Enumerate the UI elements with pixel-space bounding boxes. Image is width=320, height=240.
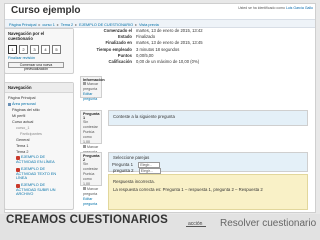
question-nav-button[interactable]: 2 [19,45,28,54]
section-underline [186,226,206,227]
question-nav-button[interactable]: 1 [8,45,17,54]
slide-frame: Curso ejemplo Usted se ha identificado c… [0,0,320,240]
question-1-text: Conteste a la siguiente pregunta [113,114,175,119]
flag-question-link[interactable]: Marcar pregunta [83,82,99,92]
match-select-2[interactable]: Elegir... [138,167,161,174]
breadcrumb-item-quiz[interactable]: EJEMPLO DE CUESTIONARIO [79,23,133,27]
finish-review-link[interactable]: Finalizar revisión [5,55,73,61]
flag-icon [83,187,86,190]
question-2-points: Puntúa como 1,00 [83,172,95,186]
feedback-correct-answer: La respuesta correcta es: Pregunta 1 – r… [113,187,263,192]
edit-question-link[interactable]: Editar pregunta [83,92,99,102]
breadcrumb-item-topic[interactable]: Tema 2 [61,23,73,27]
question-2-status: Sin contestar [83,162,98,171]
question-number-list: 1 2 3 4 5 [5,43,73,55]
question-1-points: Puntúa como 1,00 [83,130,95,144]
navigation-title: Navegación [5,83,73,93]
question-2-label: Pregunta 2 [83,154,100,162]
match-row-2: pregunta 2 Elegir... [113,167,161,175]
question-1-content: Conteste a la siguiente pregunta [108,110,308,126]
nav-item-activity-text[interactable]: EJEMPLO DE ACTIVIDAD TEXTO EN LÍNEA [8,167,60,181]
breadcrumb: Página Principal ▸ curso 1 ▸ Tema 2 ▸ EJEMPLO … [5,19,315,28]
slide-brand-title: CREAMOS CUESTIONARIOS [6,214,169,226]
question-2-info: Pregunta 2 Sin contestar Puntúa como 1,0… [80,152,102,206]
quiz-navigation-title: Navegación por el cuestionario [5,29,73,43]
breadcrumb-item-course[interactable]: curso 1 [42,23,54,27]
header-bar: Curso ejemplo Usted se ha identificado c… [5,4,315,18]
tree-bullet-icon [8,102,11,106]
summary-table: Comenzado el martes, 13 de enero de 2015,… [94,28,205,65]
info-panel: Información Marcar pregunta Editar pregu… [80,76,105,101]
quiz-navigation-block: Navegación por el cuestionario 1 2 3 4 5… [4,28,74,74]
question-nav-button[interactable]: 4 [41,45,50,54]
flag-icon [83,145,86,148]
question-2-flag[interactable]: Marcar pregunta [83,187,99,197]
match-label-2: pregunta 2 [113,168,134,173]
course-title: Curso ejemplo [11,5,81,16]
navigation-block: Navegación Página Principal Área persona… [4,82,74,210]
logged-user-link[interactable]: Luis García Gallo [286,6,313,10]
feedback-result: Respuesta incorrecta. [113,179,155,184]
attempt-summary: Comenzado el martes, 13 de enero de 2015,… [80,28,308,72]
navigation-tree: Página Principal Área personal Páginas d… [5,93,73,199]
logged-in-info: Usted se ha identificado como Luis Garcí… [238,6,313,10]
nav-item-activity-upload[interactable]: EJEMPLO DE ACTIVIDAD SUBIR UN ARCHIVO [8,183,60,197]
breadcrumb-item-preview[interactable]: Vista previa [139,23,159,27]
question-1-label: Pregunta 1 [83,112,100,120]
breadcrumb-separator-icon: ▸ [56,23,59,27]
flag-icon [83,82,86,85]
question-nav-button[interactable]: 5 [52,45,61,54]
logged-prefix: Usted se ha identificado como [238,6,286,10]
new-preview-button[interactable]: Comenzar una nueva previsualización [8,62,64,71]
breadcrumb-separator-icon: ▸ [38,23,41,27]
summary-row: Finalizado en martes, 13 de enero de 2015… [105,40,203,46]
question-2-text: Seleccione parejas [113,155,150,160]
nav-item-activity-online[interactable]: EJEMPLO DE ACTIVIDAD EN LÍNEA [8,155,60,165]
question-feedback: pregunta 2 Elegir... Respuesta incorrect… [108,167,308,210]
question-nav-button[interactable]: 3 [30,45,39,54]
slide-subtitle: Resolver cuestionario [220,218,317,229]
breadcrumb-separator-icon: ▸ [135,23,137,27]
breadcrumb-separator-icon: ▸ [75,23,78,27]
question-1-info: Pregunta 1 Sin contestar Puntúa como 1,0… [80,110,102,164]
breadcrumb-item-home[interactable]: Página Principal [9,23,36,27]
question-2-edit[interactable]: Editar pregunta [83,197,99,207]
summary-row: Calificación 0,00 de un máximo de 10,00 (… [108,59,200,65]
question-1-status: Sin contestar [83,120,98,129]
